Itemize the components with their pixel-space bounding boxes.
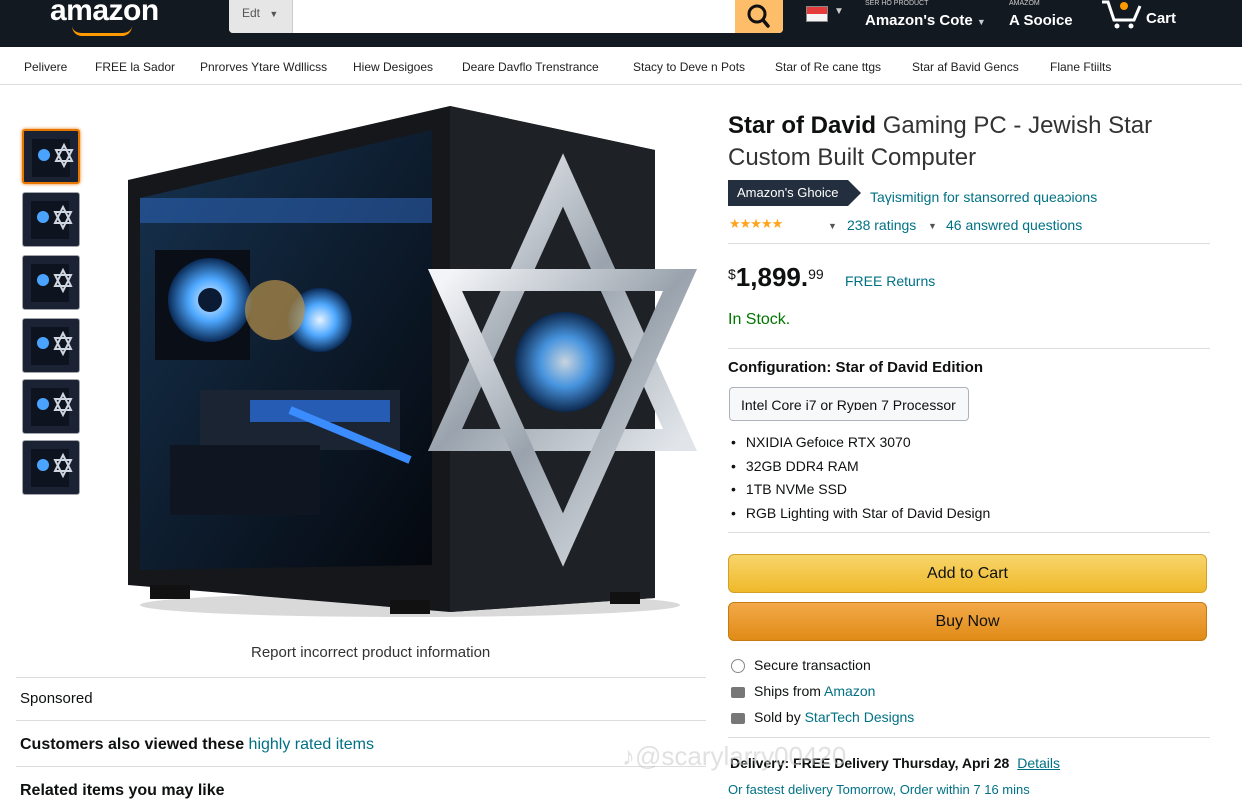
nav-item[interactable]: FREE la Sador xyxy=(95,60,175,74)
divider xyxy=(16,720,706,721)
thumbnail-image[interactable] xyxy=(22,255,80,310)
seller-link[interactable]: StarTech Designs xyxy=(805,709,915,725)
amazons-choice-badge: Amazon's Ghoice xyxy=(728,180,863,206)
configuration-option-button[interactable]: Intel Core i7 or Ryɒen 7 Processor xyxy=(729,387,969,421)
thumbnail-image[interactable] xyxy=(22,379,80,434)
ships-from-link[interactable]: Amazon xyxy=(824,683,875,699)
thumbnail-image[interactable] xyxy=(22,129,80,184)
feature-item: NXIDIA Gefoιce RTX 3070 xyxy=(731,431,990,455)
thumbnail-image[interactable] xyxy=(22,440,80,495)
divider xyxy=(16,766,706,767)
feature-item: 1TB NVMe SSD xyxy=(731,478,990,502)
stock-status: In Stock. xyxy=(728,311,791,328)
nav-item[interactable]: Flane Ftiilts xyxy=(1050,60,1111,74)
box-icon xyxy=(731,686,745,698)
language-flag-icon[interactable] xyxy=(806,6,828,22)
account-small-label: SER HO PRODUCT xyxy=(865,0,929,7)
top-header: amazon Edt ▼ ▼ SER HO PRODUCT Amazon's C… xyxy=(0,0,1242,47)
chevron-down-icon[interactable]: ▼ xyxy=(928,221,937,231)
nav-item[interactable]: Stacy to Deve n Pots xyxy=(633,60,745,74)
nav-item[interactable]: Pelivere xyxy=(24,60,67,74)
account-menu[interactable]: SER HO PRODUCT Amazon's Cote ▼ xyxy=(865,0,986,32)
search-icon xyxy=(747,4,770,28)
feature-item: 32GB DDR4 RAM xyxy=(731,455,990,479)
video-watermark: ♪@scarylarry00420 xyxy=(622,741,847,771)
delivery-details-link[interactable]: Details xyxy=(1017,755,1060,771)
amazon-logo[interactable]: amazon xyxy=(50,0,159,28)
report-incorrect-info-link[interactable]: Report incorrect product information xyxy=(251,644,490,661)
price-whole: 1,899. xyxy=(735,262,809,292)
answered-questions-link[interactable]: 46 answred questions xyxy=(946,217,1082,233)
divider xyxy=(728,348,1210,349)
feature-list: NXIDIA Gefoιce RTX 3070 32GB DDR4 RAM 1T… xyxy=(731,431,990,525)
add-to-cart-button[interactable]: Add to Cart xyxy=(728,554,1207,593)
thumbnail-image[interactable] xyxy=(22,318,80,373)
lock-icon xyxy=(731,659,745,674)
feature-item: RGB Lighting with Star of David Design xyxy=(731,502,990,526)
nav-item[interactable]: Star af Bavid Gencs xyxy=(912,60,1019,74)
chevron-down-icon: ▼ xyxy=(834,6,844,17)
cart-button[interactable]: Cart xyxy=(1098,0,1192,34)
cart-label: Cart xyxy=(1146,10,1177,27)
orders-big-label: A Sooice xyxy=(1009,12,1073,29)
ratings-count-link[interactable]: 238 ratings xyxy=(847,217,916,233)
search-category-dropdown[interactable]: Edt ▼ xyxy=(229,0,293,33)
ships-from: Ships from Amazon xyxy=(731,683,875,699)
related-items-heading: Related items you may like xyxy=(20,782,225,799)
price: $1,899.99 xyxy=(728,262,824,293)
free-returns-link[interactable]: FREE Returns xyxy=(845,273,935,289)
price-symbol: $ xyxy=(728,266,736,282)
thumbnail-image[interactable] xyxy=(22,192,80,247)
chevron-down-icon: ▼ xyxy=(269,9,279,19)
sponsored-label: Sponsored xyxy=(20,690,93,707)
divider xyxy=(728,737,1210,738)
divider xyxy=(728,243,1210,244)
search-category-label: Edt xyxy=(242,6,261,20)
highly-rated-items-link[interactable]: highly rated items xyxy=(249,736,374,753)
secure-transaction[interactable]: Secure transaction xyxy=(731,657,871,674)
sub-nav: Pelivere FREE la Sador Pnrorves Ytare Wd… xyxy=(0,47,1242,85)
nav-item[interactable]: Deare Davflo Trenstrance xyxy=(462,60,599,74)
star-rating-icon[interactable]: ★★★★★ xyxy=(729,216,783,232)
also-viewed-heading: Customers also viewed these highly rated… xyxy=(20,736,374,753)
product-title: Star of David Gaming PC - Jewish Star Cu… xyxy=(728,112,1153,171)
sold-by: Sold by StarTech Designs xyxy=(731,709,914,725)
nav-item[interactable]: Hiew Desigoes xyxy=(353,60,433,74)
fastest-delivery-info: Or fastest delivery Tomorrow, Order with… xyxy=(728,782,1030,797)
price-fraction: 99 xyxy=(808,266,824,282)
amazons-choice-description[interactable]: Taγismitign for stansorred queaɔions xyxy=(870,189,1097,205)
orders-small-label: AMAZOM xyxy=(1009,0,1040,7)
orders-menu[interactable]: AMAZOM A Sooice xyxy=(1009,0,1073,31)
search-input[interactable] xyxy=(293,0,735,33)
divider xyxy=(728,532,1210,533)
account-big-label: Amazon's Cote ▼ xyxy=(865,12,986,29)
store-icon xyxy=(731,712,745,724)
chevron-down-icon[interactable]: ▼ xyxy=(828,221,837,231)
search-bar: Edt ▼ xyxy=(229,0,783,33)
configuration-label: Configuration: Star of David Edition xyxy=(728,359,983,376)
nav-item[interactable]: Star of Re cane ttgs xyxy=(775,60,881,74)
search-button[interactable] xyxy=(735,0,783,33)
cart-icon xyxy=(1102,0,1142,29)
nav-item[interactable]: Pnrorves Ytare Wdllicss xyxy=(200,60,327,74)
logo-smile-icon xyxy=(72,26,132,36)
main-product-image[interactable] xyxy=(110,100,710,630)
divider xyxy=(16,677,706,678)
buy-now-button[interactable]: Buy Now xyxy=(728,602,1207,641)
